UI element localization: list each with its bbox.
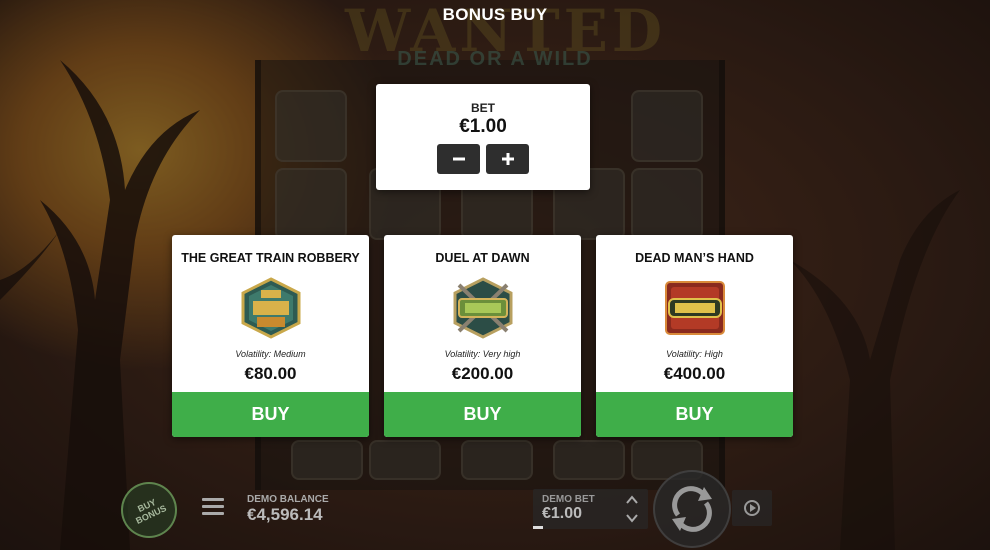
- bet-selector[interactable]: DEMO BET €1.00: [533, 489, 648, 529]
- menu-icon[interactable]: [202, 498, 224, 516]
- duel-badge-icon: [453, 277, 512, 339]
- balance-value: €4,596.14: [247, 505, 323, 524]
- buy-button[interactable]: BUY: [384, 392, 581, 437]
- bonus-option-card: DUEL AT DAWN Volatility: Very high €200.…: [384, 235, 581, 437]
- volatility-label: Volatility: Medium: [235, 349, 306, 359]
- chevron-down-icon[interactable]: [625, 511, 639, 525]
- bonus-buy-title: BONUS BUY: [442, 5, 548, 24]
- spin-button[interactable]: [653, 470, 731, 548]
- buy-button[interactable]: BUY: [596, 392, 793, 437]
- bet-selector-value: €1.00: [542, 505, 583, 522]
- bet-level-indicator: [533, 526, 543, 529]
- minus-icon: [452, 157, 465, 161]
- bonus-option-card: THE GREAT TRAIN ROBBERY Volatility: Medi…: [172, 235, 369, 437]
- spin-arrows-icon: [672, 486, 712, 532]
- buy-bonus-button[interactable]: BUY BONUS: [121, 482, 177, 538]
- bonus-price: €200.00: [451, 364, 514, 383]
- volatility-label: Volatility: High: [666, 349, 723, 359]
- bonus-price: €400.00: [663, 364, 726, 383]
- balance-label: DEMO BALANCE: [247, 494, 329, 505]
- autoplay-icon: [744, 500, 760, 516]
- bonus-price: €80.00: [244, 364, 297, 383]
- chevron-up-icon[interactable]: [625, 493, 639, 507]
- bet-label: BET: [471, 101, 495, 115]
- bet-panel: BET €1.00: [376, 84, 590, 190]
- decrease-bet-button[interactable]: [437, 144, 480, 174]
- bonus-option-title: DUEL AT DAWN: [435, 251, 530, 265]
- bet-value: €1.00: [459, 116, 507, 137]
- bonus-option-title: THE GREAT TRAIN ROBBERY: [181, 251, 360, 265]
- bonus-option-card: DEAD MAN’S HAND Volatility: High €400.00…: [596, 235, 793, 437]
- dead-badge-icon: [664, 281, 725, 335]
- autoplay-button[interactable]: [732, 490, 772, 526]
- increase-bet-button[interactable]: [486, 144, 529, 174]
- great-train-robbery-badge-icon: [241, 277, 300, 339]
- buy-button[interactable]: BUY: [172, 392, 369, 437]
- bet-selector-label: DEMO BET: [542, 494, 595, 505]
- plus-icon: [501, 153, 514, 165]
- buy-bonus-label: BUY BONUS: [134, 496, 168, 526]
- volatility-label: Volatility: Very high: [444, 349, 521, 359]
- bonus-option-title: DEAD MAN’S HAND: [635, 251, 754, 265]
